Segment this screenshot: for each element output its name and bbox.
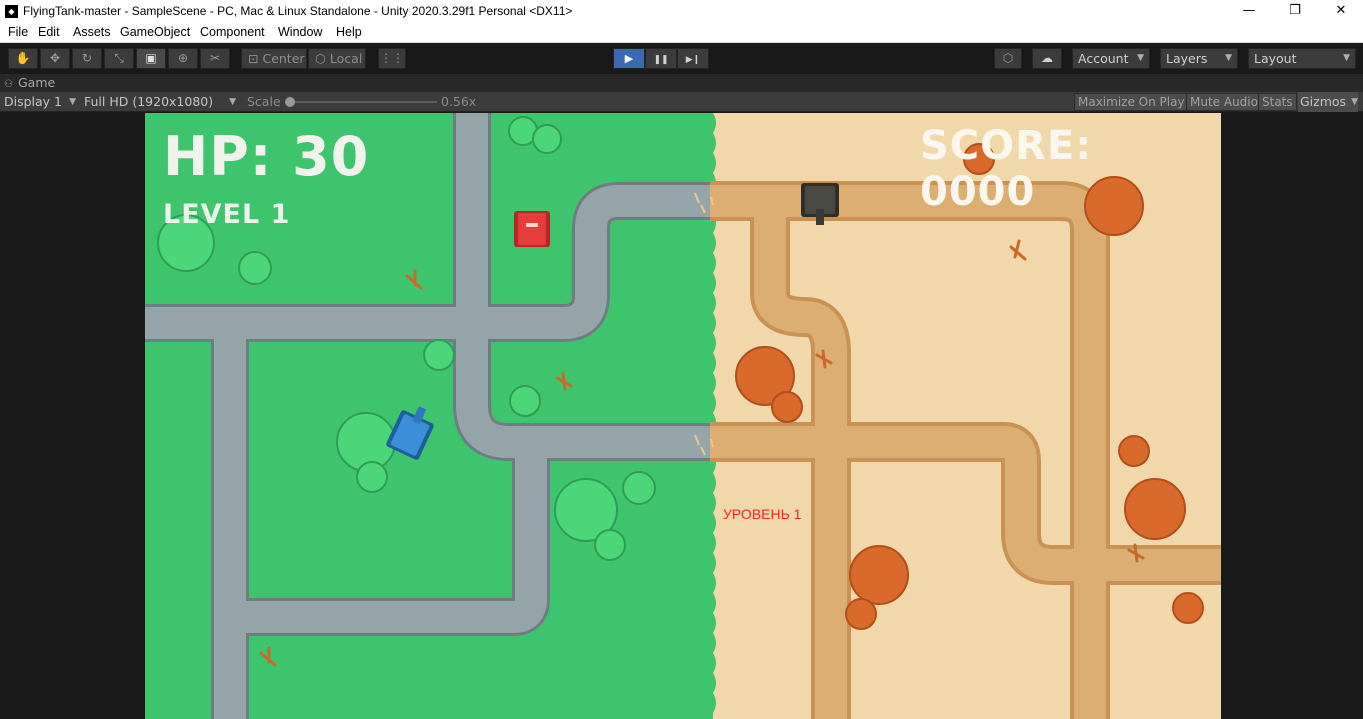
- game-tab-bar: ⚇ Game: [0, 74, 1363, 92]
- transform-tool-button[interactable]: ⊕: [168, 48, 198, 69]
- menu-bar: File Edit Assets GameObject Component Wi…: [0, 23, 1363, 43]
- maximize-button[interactable]: ❐: [1272, 0, 1318, 23]
- play-button[interactable]: ▶: [613, 48, 645, 69]
- scale-slider-track[interactable]: [289, 101, 437, 103]
- tab-game-label: Game: [18, 75, 56, 90]
- step-button[interactable]: ▶❙: [677, 48, 709, 69]
- game-view-controls: Display 1 ▼ Full HD (1920x1080) ▼ Scale 0.…: [0, 92, 1363, 112]
- move-icon: ✥: [49, 51, 61, 65]
- scale-tool-button[interactable]: ⤡: [104, 48, 134, 69]
- level-caption: УРОВЕНЬ 1: [723, 506, 802, 522]
- rotate-tool-button[interactable]: ↻: [72, 48, 102, 69]
- window-title-bar: ◆ FlyingTank-master - SampleScene - PC, …: [0, 0, 1363, 23]
- gizmos-dropdown[interactable]: Gizmos ▼: [1298, 92, 1358, 112]
- enemy-tank-red: [514, 211, 550, 247]
- tab-game[interactable]: ⚇ Game: [4, 74, 55, 92]
- scale-slider-thumb[interactable]: [285, 97, 295, 107]
- window-title: FlyingTank-master - SampleScene - PC, Ma…: [23, 4, 573, 18]
- grid-snap-icon: ⋮⋮: [380, 51, 404, 65]
- pivot-space-button[interactable]: ⬡ Local: [308, 48, 366, 69]
- layout-dropdown[interactable]: Layout ▼: [1248, 48, 1356, 69]
- layers-dropdown[interactable]: Layers ▼: [1160, 48, 1238, 69]
- rect-tool-button[interactable]: ▣: [136, 48, 166, 69]
- unity-toolbar: ✋ ✥ ↻ ⤡ ▣ ⊕ ✂ ⊡ Center ⬡ Local ⋮⋮ ▶ ❚❚ ▶…: [0, 43, 1363, 74]
- collab-button[interactable]: ⬡: [994, 48, 1022, 69]
- menu-help[interactable]: Help: [336, 25, 362, 39]
- gizmos-label: Gizmos: [1300, 94, 1347, 109]
- display-label: Display 1: [4, 94, 63, 109]
- level-display: LEVEL 1: [163, 199, 291, 230]
- resolution-dropdown[interactable]: Full HD (1920x1080) ▼: [84, 92, 236, 112]
- cloud-button[interactable]: ☁: [1032, 48, 1062, 69]
- pivot-space-label: Local: [329, 51, 363, 66]
- pause-icon: ❚❚: [653, 55, 669, 65]
- hp-display: HP: 30: [163, 125, 370, 188]
- cube-icon: ⬡: [315, 51, 326, 66]
- menu-gameobject[interactable]: GameObject: [120, 25, 190, 39]
- chevron-down-icon: ▼: [69, 97, 76, 107]
- layers-label: Layers: [1166, 51, 1208, 66]
- pivot-mode-label: Center: [262, 51, 305, 66]
- chevron-down-icon: ▼: [229, 97, 236, 107]
- minimize-button[interactable]: —: [1226, 0, 1272, 23]
- display-dropdown[interactable]: Display 1 ▼: [4, 92, 76, 112]
- maximize-on-play-toggle[interactable]: Maximize On Play: [1074, 93, 1189, 111]
- account-dropdown[interactable]: Account ▼: [1072, 48, 1150, 69]
- chevron-down-icon: ▼: [1225, 53, 1232, 63]
- custom-tool-button[interactable]: ✂: [200, 48, 230, 69]
- custom-tool-icon: ✂: [209, 51, 221, 65]
- scale-icon: ⤡: [114, 51, 124, 65]
- chevron-down-icon: ▼: [1351, 97, 1358, 107]
- hand-icon: ✋: [15, 51, 31, 65]
- pause-button[interactable]: ❚❚: [645, 48, 677, 69]
- hand-tool-button[interactable]: ✋: [8, 48, 38, 69]
- move-tool-button[interactable]: ✥: [40, 48, 70, 69]
- menu-file[interactable]: File: [8, 25, 28, 39]
- menu-assets[interactable]: Assets: [73, 25, 111, 39]
- chevron-down-icon: ▼: [1343, 53, 1350, 63]
- layout-label: Layout: [1254, 51, 1297, 66]
- account-label: Account: [1078, 51, 1129, 66]
- pivot-mode-button[interactable]: ⊡ Center: [241, 48, 307, 69]
- game-viewport[interactable]: HP: 30 LEVEL 1 SCORE: 0000 УРОВЕНЬ 1: [145, 113, 1221, 719]
- menu-component[interactable]: Component: [200, 25, 265, 39]
- score-display: SCORE: 0000: [920, 123, 1093, 215]
- transform-icon: ⊕: [177, 51, 189, 65]
- close-button[interactable]: ✕: [1318, 0, 1363, 23]
- rect-icon: ▣: [145, 51, 157, 65]
- collab-icon: ⬡: [1002, 51, 1014, 65]
- snap-button[interactable]: ⋮⋮: [378, 48, 406, 69]
- menu-window[interactable]: Window: [278, 25, 322, 39]
- scale-label: Scale: [247, 94, 281, 109]
- resolution-label: Full HD (1920x1080): [84, 94, 214, 109]
- unity-icon: ◆: [5, 5, 18, 18]
- menu-edit[interactable]: Edit: [38, 25, 60, 39]
- cloud-icon: ☁: [1041, 51, 1053, 65]
- play-icon: ▶: [624, 52, 634, 65]
- step-icon: ▶❙: [685, 55, 701, 65]
- mute-audio-toggle[interactable]: Mute Audio: [1186, 93, 1262, 111]
- rotate-icon: ↻: [81, 51, 93, 65]
- pivot-icon: ⊡: [248, 51, 259, 66]
- chevron-down-icon: ▼: [1137, 53, 1144, 63]
- scale-value: 0.56x: [441, 94, 477, 109]
- stats-toggle[interactable]: Stats: [1258, 93, 1297, 111]
